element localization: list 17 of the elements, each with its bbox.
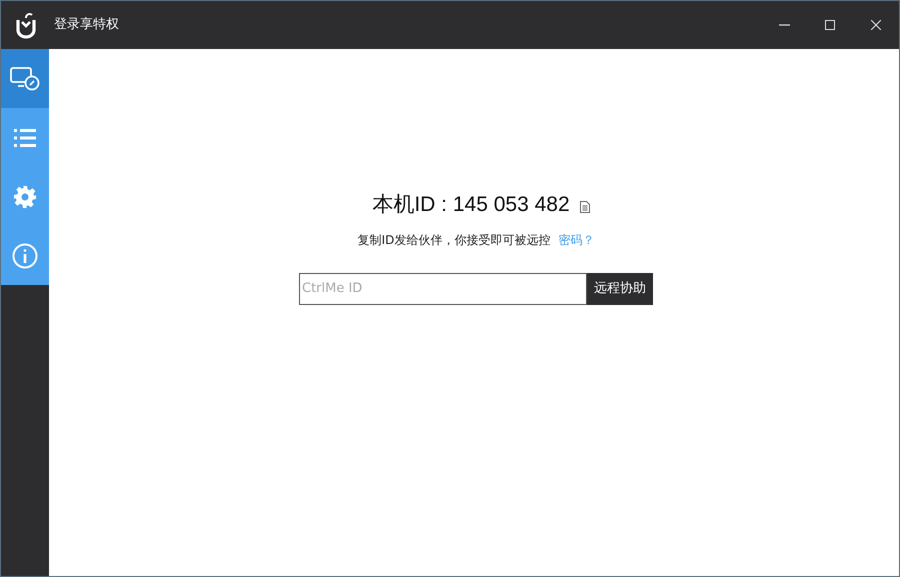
id-input-field[interactable]: CtrlMe ID bbox=[299, 272, 587, 304]
list-icon bbox=[14, 128, 36, 148]
minimize-icon bbox=[778, 24, 790, 26]
sidebar-item[interactable] bbox=[1, 226, 49, 285]
hint-text: 复制ID发给伙伴，你接受即可被远控 bbox=[358, 232, 550, 248]
window-title: 登录享特权 bbox=[54, 16, 119, 34]
settings-icon bbox=[13, 184, 37, 208]
maximize-icon bbox=[825, 20, 835, 30]
info-icon bbox=[12, 242, 38, 268]
machine-id: 本机ID : 145 053 482 bbox=[372, 192, 570, 218]
copy-icon[interactable] bbox=[580, 200, 590, 213]
monitor-link-icon bbox=[10, 66, 40, 90]
sidebar-item[interactable] bbox=[1, 108, 49, 167]
remote-assist-button[interactable]: 远程协助 bbox=[587, 272, 653, 304]
close-icon bbox=[871, 20, 881, 30]
sidebar-item[interactable] bbox=[1, 49, 49, 108]
app-logo-icon bbox=[15, 11, 37, 39]
